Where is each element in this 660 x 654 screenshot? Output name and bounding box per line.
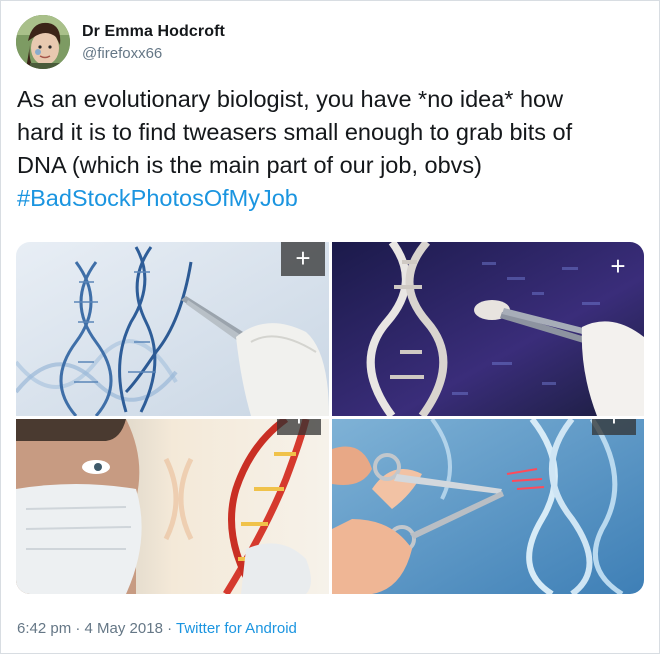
- footer-separator: ·: [162, 620, 176, 637]
- avatar[interactable]: [16, 15, 70, 69]
- tweet-source-link[interactable]: Twitter for Android: [176, 620, 297, 637]
- author-handle[interactable]: @firefoxx66: [82, 45, 162, 62]
- expand-photo-2-button[interactable]: +: [596, 250, 640, 284]
- tweet-text: As an evolutionary biologist, you have *…: [17, 83, 647, 215]
- masked-scientist-dna-photo[interactable]: +: [16, 419, 329, 594]
- tweet-footer: 6:42 pm · 4 May 2018 · Twitter for Andro…: [17, 620, 297, 637]
- tweezers-dna-light-photo[interactable]: +: [16, 242, 329, 416]
- tweet-card: Dr Emma Hodcroft @firefoxx66 As an evolu…: [0, 0, 660, 654]
- expand-photo-1-button[interactable]: +: [281, 242, 325, 276]
- tweet-date[interactable]: 4 May 2018: [85, 620, 163, 637]
- tweet-text-line-1: As an evolutionary biologist, you have *…: [17, 86, 564, 112]
- tweet-text-line-2: hard it is to find tweasers small enough…: [17, 119, 573, 145]
- tweezers-dna-dark-photo[interactable]: +: [332, 242, 644, 416]
- expand-photo-4-button[interactable]: +: [592, 419, 636, 435]
- scissors-dna-photo[interactable]: +: [332, 419, 644, 594]
- footer-separator: ·: [71, 620, 85, 637]
- expand-photo-3-button[interactable]: +: [277, 419, 321, 435]
- media-grid: + +: [16, 242, 644, 594]
- author-name[interactable]: Dr Emma Hodcroft: [82, 23, 225, 41]
- tweet-time[interactable]: 6:42 pm: [17, 620, 71, 637]
- hashtag-link[interactable]: #BadStockPhotosOfMyJob: [17, 182, 647, 215]
- tweet-text-line-3: DNA (which is the main part of our job, …: [17, 152, 482, 178]
